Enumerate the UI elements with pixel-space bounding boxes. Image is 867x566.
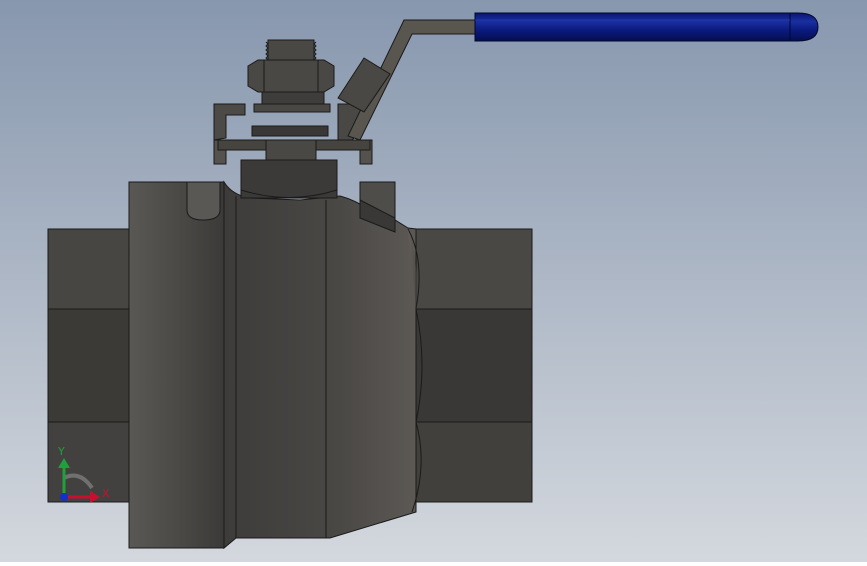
cad-viewport[interactable]: Y X	[0, 0, 867, 562]
ball-valve-drawing: Y X	[0, 0, 867, 562]
left-end-connector	[47, 228, 131, 503]
triad-x-label: X	[102, 487, 110, 500]
hex-nut	[247, 59, 335, 113]
triad-z-axis	[60, 493, 68, 501]
center-body-section	[223, 180, 423, 550]
stem-neck	[240, 159, 338, 199]
triad-y-label: Y	[57, 445, 65, 458]
right-end-connector	[415, 228, 533, 503]
left-body-section	[128, 181, 225, 549]
lever-handle-grip	[474, 12, 819, 42]
stem-thread	[265, 39, 317, 61]
